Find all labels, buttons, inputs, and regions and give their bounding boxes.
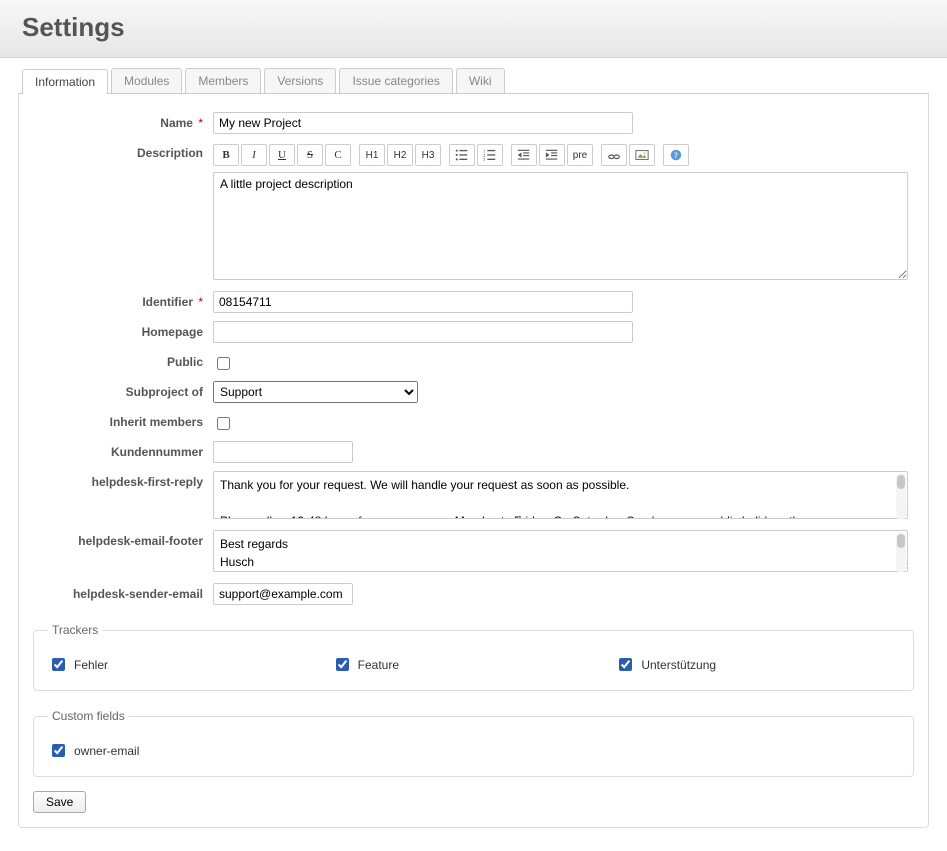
toolbar-image[interactable] xyxy=(629,144,655,166)
row-homepage: Homepage xyxy=(33,321,914,343)
toolbar-pre[interactable]: pre xyxy=(567,144,593,166)
row-identifier: Identifier * xyxy=(33,291,914,313)
legend-trackers: Trackers xyxy=(48,623,102,637)
toolbar-bold[interactable]: B xyxy=(213,144,239,166)
checkbox-tracker-unterstuetzung[interactable] xyxy=(619,658,632,671)
label-inherit: Inherit members xyxy=(33,411,213,429)
textarea-description[interactable]: A little project description xyxy=(213,172,908,280)
label-cf-owner-email[interactable]: owner-email xyxy=(74,744,139,758)
required-mark: * xyxy=(195,116,203,130)
textarea-first-reply[interactable]: Thank you for your request. We will hand… xyxy=(213,471,908,519)
toolbar-outdent[interactable] xyxy=(511,144,537,166)
checkbox-public[interactable] xyxy=(217,357,230,370)
tab-wiki[interactable]: Wiki xyxy=(456,68,505,93)
label-sender-email: helpdesk-sender-email xyxy=(33,583,213,601)
wysiwyg-wrap: B I U S C H1 H2 H3 123 xyxy=(213,142,908,283)
label-email-footer: helpdesk-email-footer xyxy=(33,530,213,548)
toolbar-ol[interactable]: 123 xyxy=(477,144,503,166)
toolbar-code[interactable]: C xyxy=(325,144,351,166)
tab-content: Name * Description B I U S C H1 H2 xyxy=(18,94,929,828)
label-homepage: Homepage xyxy=(33,321,213,339)
tab-members-label: Members xyxy=(186,69,260,93)
scrollbar-first-reply[interactable] xyxy=(896,473,906,520)
row-email-footer: helpdesk-email-footer Best regards Husch xyxy=(33,530,914,575)
row-description: Description B I U S C H1 H2 H3 xyxy=(33,142,914,283)
input-sender-email[interactable] xyxy=(213,583,353,605)
row-inherit: Inherit members xyxy=(33,411,914,433)
row-name: Name * xyxy=(33,112,914,134)
label-subproject: Subproject of xyxy=(33,381,213,399)
legend-custom-fields: Custom fields xyxy=(48,709,129,723)
page-header: Settings xyxy=(0,0,947,58)
tab-issue-categories[interactable]: Issue categories xyxy=(339,68,452,93)
content-area: Information Modules Members Versions Iss… xyxy=(0,58,947,846)
row-first-reply: helpdesk-first-reply Thank you for your … xyxy=(33,471,914,522)
save-row: Save xyxy=(33,791,914,813)
tab-versions-label: Versions xyxy=(265,69,335,93)
svg-text:3: 3 xyxy=(483,157,486,162)
fieldset-custom-fields: Custom fields owner-email xyxy=(33,709,914,777)
svg-text:?: ? xyxy=(674,151,678,160)
input-homepage[interactable] xyxy=(213,321,633,343)
tabs-bar: Information Modules Members Versions Iss… xyxy=(18,68,929,94)
select-subproject[interactable]: Support xyxy=(213,381,418,403)
label-tracker-feature[interactable]: Feature xyxy=(358,658,399,672)
input-name[interactable] xyxy=(213,112,633,134)
label-tracker-fehler[interactable]: Fehler xyxy=(74,658,108,672)
label-name: Name * xyxy=(33,112,213,130)
row-kundennummer: Kundennummer xyxy=(33,441,914,463)
tab-issue-categories-label: Issue categories xyxy=(340,69,451,93)
tab-information[interactable]: Information xyxy=(22,69,108,94)
save-button[interactable]: Save xyxy=(33,791,86,813)
label-identifier: Identifier * xyxy=(33,291,213,309)
toolbar-h3[interactable]: H3 xyxy=(415,144,441,166)
toolbar-underline[interactable]: U xyxy=(269,144,295,166)
tab-wiki-label: Wiki xyxy=(457,69,504,93)
fieldset-trackers: Trackers Fehler Feature Unterstützung xyxy=(33,623,914,691)
toolbar-help[interactable]: ? xyxy=(663,144,689,166)
toolbar-indent[interactable] xyxy=(539,144,565,166)
tab-modules-label: Modules xyxy=(112,69,181,93)
toolbar-link[interactable] xyxy=(601,144,627,166)
toolbar-strike[interactable]: S xyxy=(297,144,323,166)
input-kundennummer[interactable] xyxy=(213,441,353,463)
row-public: Public xyxy=(33,351,914,373)
checkbox-tracker-feature[interactable] xyxy=(336,658,349,671)
toolbar-ul[interactable] xyxy=(449,144,475,166)
checkbox-tracker-fehler[interactable] xyxy=(52,658,65,671)
checkbox-cf-owner-email[interactable] xyxy=(52,744,65,757)
toolbar-h2[interactable]: H2 xyxy=(387,144,413,166)
label-first-reply: helpdesk-first-reply xyxy=(33,471,213,489)
row-sender-email: helpdesk-sender-email xyxy=(33,583,914,605)
tab-information-label: Information xyxy=(23,70,107,94)
label-kundennummer: Kundennummer xyxy=(33,441,213,459)
label-public: Public xyxy=(33,351,213,369)
input-identifier[interactable] xyxy=(213,291,633,313)
toolbar-h1[interactable]: H1 xyxy=(359,144,385,166)
scrollbar-email-footer[interactable] xyxy=(896,532,906,573)
toolbar-italic[interactable]: I xyxy=(241,144,267,166)
page-title: Settings xyxy=(22,12,925,43)
tab-versions[interactable]: Versions xyxy=(264,68,336,93)
row-subproject: Subproject of Support xyxy=(33,381,914,403)
tab-modules[interactable]: Modules xyxy=(111,68,182,93)
required-mark: * xyxy=(195,295,203,309)
tab-members[interactable]: Members xyxy=(185,68,261,93)
textarea-email-footer[interactable]: Best regards Husch xyxy=(213,530,908,572)
editor-toolbar: B I U S C H1 H2 H3 123 xyxy=(213,142,908,172)
checkbox-inherit[interactable] xyxy=(217,417,230,430)
label-description: Description xyxy=(33,142,213,160)
label-tracker-unterstuetzung[interactable]: Unterstützung xyxy=(641,658,716,672)
